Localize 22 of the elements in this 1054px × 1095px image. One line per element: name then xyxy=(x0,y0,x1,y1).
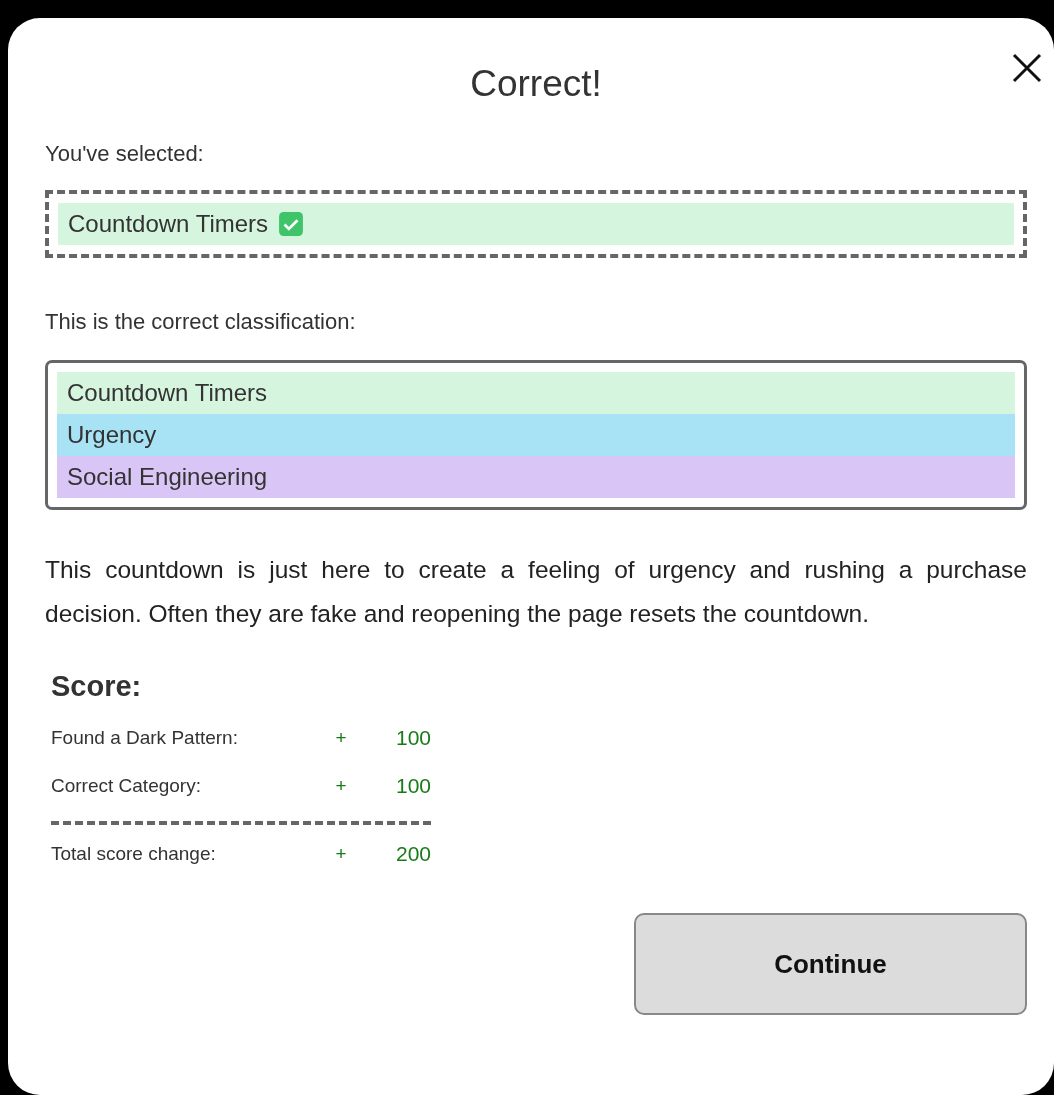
score-sign: + xyxy=(334,842,348,866)
score-label: Correct Category: xyxy=(51,774,202,798)
explanation-text: This countdown is just here to create a feeling of urgency and rushing a purchase decision. Often they are fake and reopening the page resets the countdown. xyxy=(45,555,1027,629)
continue-button[interactable]: Continue xyxy=(634,913,1027,1015)
category-label: Social Engineering xyxy=(57,456,1015,498)
score-label: Total score change: xyxy=(51,842,217,866)
category-label: Countdown Timers xyxy=(57,372,1015,414)
category-label: Urgency xyxy=(57,414,1015,456)
section-label: This is the correct classification: xyxy=(45,308,357,336)
close-button[interactable] xyxy=(1011,52,1043,84)
score-points: 200 xyxy=(394,841,431,867)
score-points: 100 xyxy=(394,725,431,751)
close-icon xyxy=(1011,52,1043,84)
score-heading: Score: xyxy=(51,670,143,703)
section-label: You've selected: xyxy=(45,140,205,168)
category-label: Countdown Timers xyxy=(68,210,269,238)
score-points: 100 xyxy=(394,773,431,799)
score-sign: + xyxy=(334,774,348,798)
check-icon xyxy=(278,211,305,237)
score-label: Found a Dark Pattern: xyxy=(51,726,239,750)
score-sign: + xyxy=(334,726,348,750)
dialog-title: Correct! xyxy=(470,62,602,106)
